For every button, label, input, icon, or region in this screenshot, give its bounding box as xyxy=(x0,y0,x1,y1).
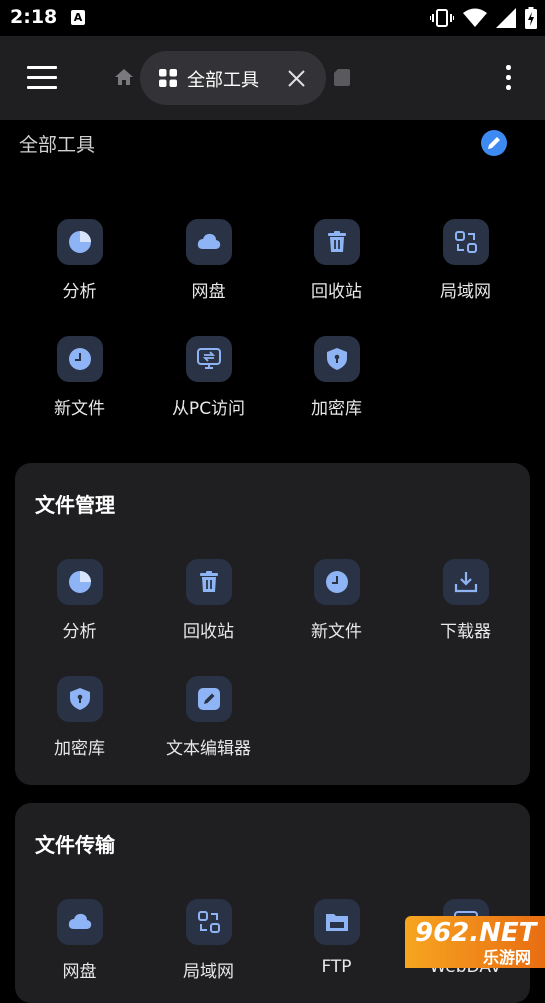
download-icon xyxy=(454,572,477,593)
tool-recycle-bin[interactable]: 回收站 xyxy=(272,219,401,302)
tool-pc-access[interactable]: 从PC访问 xyxy=(144,336,273,419)
card-title: 文件传输 xyxy=(35,833,115,857)
tool-label: 分析 xyxy=(62,622,97,642)
pie-chart-icon xyxy=(68,231,91,253)
vibrate-icon xyxy=(430,9,454,27)
sd-card-icon[interactable] xyxy=(334,69,350,86)
tool-analysis[interactable]: 分析 xyxy=(15,559,144,642)
wifi-icon xyxy=(463,8,487,27)
tool-vault[interactable]: 加密库 xyxy=(15,676,144,759)
status-bar: 2:18 A xyxy=(0,0,545,36)
trash-icon xyxy=(327,231,346,252)
tool-label: 新文件 xyxy=(311,622,362,642)
tool-analysis[interactable]: 分析 xyxy=(15,219,144,302)
signal-icon xyxy=(496,8,516,28)
tool-cloud-drive[interactable]: 网盘 xyxy=(15,899,144,982)
tool-recycle-bin[interactable]: 回收站 xyxy=(144,559,273,642)
lan-icon xyxy=(197,911,220,933)
cloud-icon xyxy=(68,913,91,929)
tool-cloud-drive[interactable]: 网盘 xyxy=(144,219,273,302)
tool-lan[interactable]: 局域网 xyxy=(401,219,530,302)
more-options-button[interactable] xyxy=(503,64,513,92)
tool-label: 网盘 xyxy=(191,282,226,302)
tool-vault[interactable]: 加密库 xyxy=(272,336,401,419)
card-title: 文件管理 xyxy=(35,493,115,517)
tab-all-tools[interactable]: 全部工具 xyxy=(140,51,326,105)
file-management-card: 文件管理 分析 回收站 新文件 下载器 加密库 文本编辑器 xyxy=(15,463,530,785)
menu-button[interactable] xyxy=(27,66,57,90)
ftp-folder-icon xyxy=(325,914,348,931)
status-time: 2:18 xyxy=(10,6,58,28)
tool-new-files[interactable]: 新文件 xyxy=(15,336,144,419)
shield-icon xyxy=(69,688,90,710)
page-title: 全部工具 xyxy=(19,134,96,156)
clock-icon xyxy=(325,571,348,593)
tool-label: 局域网 xyxy=(183,962,234,982)
top-toolbar: 全部工具 xyxy=(0,36,545,120)
tool-label: 加密库 xyxy=(54,739,105,759)
grid-icon xyxy=(159,69,177,87)
tool-label: 新文件 xyxy=(54,399,105,419)
clock-icon xyxy=(68,348,91,370)
close-icon[interactable] xyxy=(288,70,305,87)
watermark-logo: 962.NET 乐游网 xyxy=(405,916,545,968)
lan-icon xyxy=(454,231,477,253)
trash-icon xyxy=(199,571,218,592)
edit-icon xyxy=(197,688,220,710)
tool-label: 加密库 xyxy=(311,399,362,419)
shield-icon xyxy=(326,348,347,370)
tool-label: 局域网 xyxy=(440,282,491,302)
edit-button[interactable] xyxy=(481,130,507,156)
cloud-icon xyxy=(197,233,220,249)
watermark-sub: 乐游网 xyxy=(483,948,532,967)
pc-transfer-icon xyxy=(196,348,221,369)
tool-ftp[interactable]: FTP xyxy=(272,899,401,977)
tool-label: 下载器 xyxy=(440,622,491,642)
tool-label: 从PC访问 xyxy=(171,399,246,419)
tool-label: 文本编辑器 xyxy=(166,739,251,759)
app-notification-icon: A xyxy=(71,10,85,25)
tool-text-editor[interactable]: 文本编辑器 xyxy=(144,676,273,759)
tool-label: 回收站 xyxy=(311,282,362,302)
tool-label: 回收站 xyxy=(183,622,234,642)
tab-label: 全部工具 xyxy=(187,70,259,91)
file-transfer-card: 文件传输 网盘 局域网 FTP WebDAV xyxy=(15,803,530,1003)
tool-label: 分析 xyxy=(62,282,97,302)
pencil-icon xyxy=(488,137,500,149)
pie-chart-icon xyxy=(68,571,91,593)
tool-label: 网盘 xyxy=(62,962,97,982)
tool-downloader[interactable]: 下载器 xyxy=(401,559,530,642)
tool-label: FTP xyxy=(321,957,352,977)
battery-charging-icon xyxy=(525,7,537,29)
tool-lan[interactable]: 局域网 xyxy=(144,899,273,982)
tool-new-files[interactable]: 新文件 xyxy=(272,559,401,642)
home-icon[interactable] xyxy=(114,68,134,86)
